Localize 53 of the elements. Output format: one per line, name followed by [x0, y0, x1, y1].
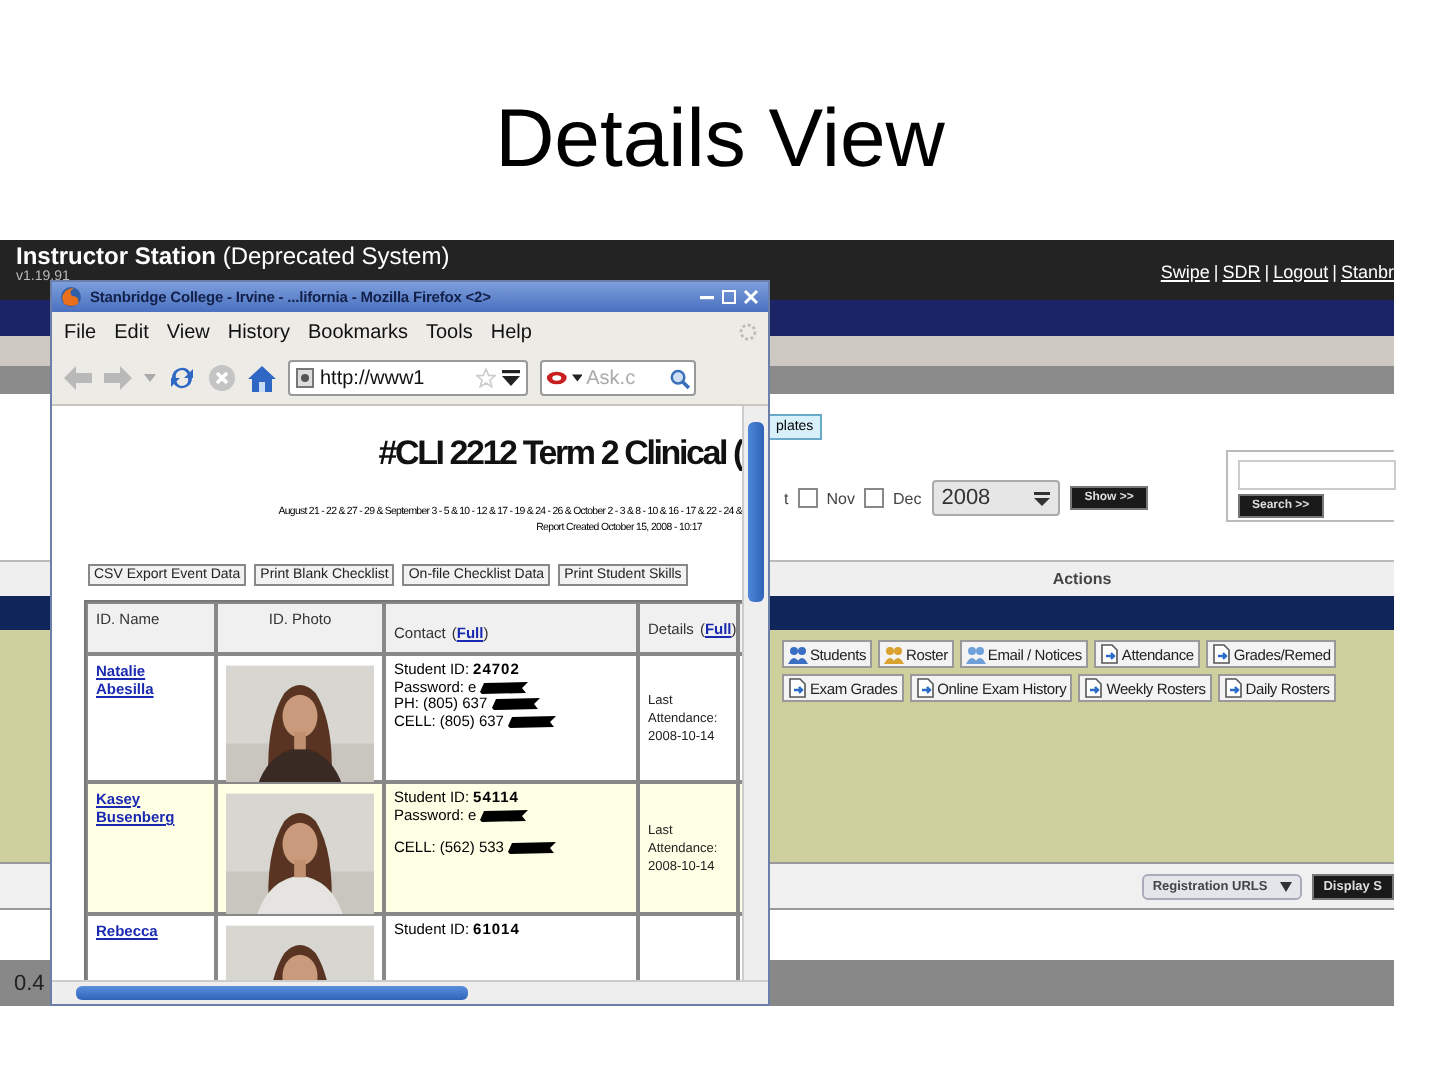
document-icon	[788, 678, 808, 698]
close-icon	[742, 288, 760, 306]
month-label: t	[784, 489, 789, 507]
menu-item[interactable]: History	[227, 321, 290, 343]
header-link[interactable]: Logout	[1273, 261, 1329, 281]
search-bar[interactable]: Ask.c	[540, 360, 696, 396]
link-separator: |	[1264, 261, 1270, 281]
stop-icon	[208, 364, 236, 392]
caret-icon	[144, 374, 156, 382]
dropdown-icon	[1034, 491, 1051, 505]
link-separator: |	[1213, 261, 1219, 281]
back-icon	[64, 366, 92, 390]
menu-item[interactable]: Help	[490, 321, 532, 343]
dropdown-icon	[502, 370, 520, 386]
address-field[interactable]: http://www1	[288, 360, 528, 396]
star-icon	[476, 368, 496, 388]
header-link[interactable]: Stanbr	[1340, 261, 1394, 281]
month-label: Nov	[826, 489, 855, 507]
page-icon	[296, 368, 314, 388]
slide-title: Details View	[493, 90, 947, 188]
menu-item[interactable]: Bookmarks	[307, 321, 408, 343]
menu-item[interactable]: Tools	[426, 321, 473, 343]
app-title: Instructor Station (Deprecated System)	[16, 242, 450, 270]
dropdown-icon	[1279, 881, 1292, 891]
menu-item[interactable]: File	[64, 321, 97, 343]
footer-text: 0.4	[14, 971, 45, 995]
document-icon	[915, 678, 936, 698]
menu-item[interactable]: Edit	[114, 321, 149, 343]
page-heading: #CLI 2212 Term 2 Clinical (	[376, 434, 742, 474]
globe-icon	[60, 286, 82, 308]
year-select[interactable]: 2008	[931, 480, 1061, 516]
checkbox[interactable]	[798, 488, 819, 508]
column-header: Actions	[1052, 570, 1112, 588]
forward-icon	[104, 366, 132, 390]
home-icon	[248, 365, 276, 391]
document-icon	[1084, 678, 1105, 698]
scrollbar[interactable]	[742, 406, 768, 980]
month-label: Dec	[892, 489, 922, 507]
document-icon	[1223, 678, 1244, 698]
checkbox[interactable]	[864, 488, 885, 508]
document-icon	[1099, 644, 1120, 664]
search-field[interactable]	[1238, 460, 1396, 490]
maximize-icon	[720, 288, 738, 306]
search-icon	[670, 367, 690, 389]
header-link[interactable]: SDR	[1222, 261, 1261, 281]
link-separator: |	[1332, 261, 1337, 281]
scrollbar[interactable]	[52, 980, 768, 1004]
document-icon	[1211, 644, 1232, 664]
menu-item[interactable]: View	[166, 321, 210, 343]
header-link[interactable]: Swipe	[1160, 261, 1210, 281]
throbber-icon	[738, 322, 758, 342]
reload-icon	[168, 364, 196, 392]
caret-icon	[571, 374, 583, 382]
